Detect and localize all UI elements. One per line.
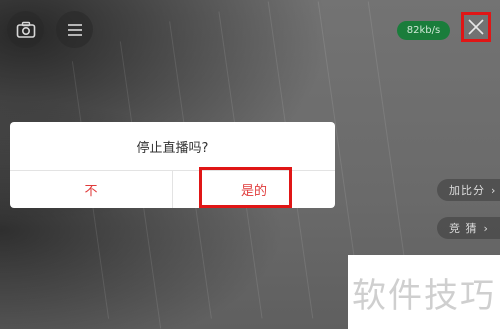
close-live-button[interactable]: [461, 12, 491, 42]
dialog-title: 停止直播吗?: [10, 122, 335, 171]
bitrate-badge: 82kb/s: [397, 21, 450, 40]
close-icon: [468, 19, 484, 35]
menu-button[interactable]: [56, 11, 93, 48]
quiz-button[interactable]: 竞 猜 ›: [437, 217, 500, 239]
stop-live-dialog: 停止直播吗? 不 是的: [10, 122, 335, 208]
camera-icon: [16, 21, 35, 38]
add-score-button[interactable]: 加比分 ›: [437, 179, 500, 201]
cancel-button[interactable]: 不: [10, 171, 172, 208]
add-score-label: 加比分: [449, 184, 485, 197]
watermark: 软件技巧: [348, 255, 500, 329]
quiz-label: 竞 猜: [449, 222, 478, 235]
camera-switch-button[interactable]: [7, 11, 44, 48]
confirm-button[interactable]: 是的: [172, 171, 335, 208]
chevron-right-icon: ›: [491, 183, 497, 197]
menu-icon: [67, 23, 82, 36]
chevron-right-icon: ›: [483, 221, 489, 235]
dialog-actions: 不 是的: [10, 171, 335, 208]
